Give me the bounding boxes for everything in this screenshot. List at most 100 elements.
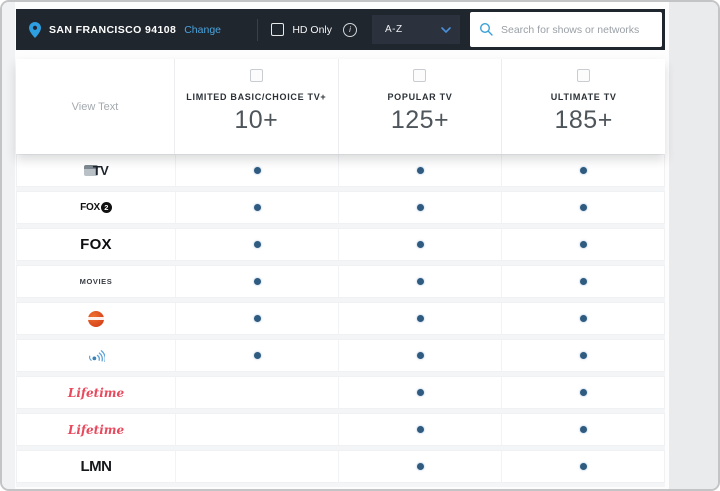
signal-network-logo: [87, 347, 105, 365]
location-pin-icon: [29, 21, 41, 38]
channel-logo-text: Lifetime: [67, 385, 125, 400]
package-cell: [338, 414, 501, 445]
package-cell: [175, 377, 338, 408]
package-column-popular-tv: POPULAR TV 125+: [337, 59, 502, 154]
table-row: FOX: [16, 228, 665, 261]
package-cell: [338, 192, 501, 223]
change-location-link[interactable]: Change: [184, 24, 221, 36]
info-icon[interactable]: i: [343, 22, 357, 37]
included-dot: [416, 315, 424, 322]
channel-rows: TV FOX 2 FOX MOVIES Lifetime Lifetime LM…: [16, 154, 665, 487]
table-row: TV: [16, 154, 665, 187]
channel-logo-cell: FOX 2: [17, 192, 175, 223]
included-dot: [416, 278, 424, 285]
chevron-down-icon: [441, 26, 451, 33]
included-dot: [579, 426, 587, 433]
page-background-gutter: [669, 2, 718, 489]
package-column-ultimate-tv: ULTIMATE TV 185+: [501, 59, 665, 154]
search-box: [470, 12, 662, 47]
included-dot: [579, 389, 587, 396]
sort-dropdown[interactable]: A-Z: [372, 15, 460, 44]
package-channel-count: 185+: [554, 106, 613, 134]
package-cell: [175, 451, 338, 482]
package-cell: [338, 229, 501, 260]
package-cell: [501, 192, 664, 223]
included-dot: [579, 204, 587, 211]
package-cell: [175, 266, 338, 297]
channel-logo-badge: 2: [100, 202, 112, 213]
package-cell: [501, 155, 664, 186]
sort-selected-value: A-Z: [385, 24, 403, 35]
table-row: MOVIES: [16, 265, 665, 298]
page-background-strip: [2, 2, 15, 489]
channel-logo-cell: TV: [17, 155, 175, 186]
hd-only-checkbox[interactable]: [271, 23, 285, 36]
included-dot: [253, 315, 261, 322]
included-dot: [579, 241, 587, 248]
included-dot: [579, 352, 587, 359]
package-cell: [338, 266, 501, 297]
package-cell: [501, 414, 664, 445]
tv-logo: TV: [83, 163, 109, 178]
channel-lineup-page: SAN FRANCISCO 94108 Change HD Only i A-Z…: [0, 0, 720, 491]
fox-2-logo: FOX 2: [80, 202, 112, 213]
channel-logo-text: FOX: [80, 202, 100, 213]
included-dot: [579, 167, 587, 174]
included-dot: [253, 278, 261, 285]
included-dot: [416, 389, 424, 396]
included-dot: [416, 463, 424, 470]
view-text-column: View Text: [16, 59, 174, 154]
package-name: POPULAR TV: [387, 92, 453, 102]
table-row: [16, 339, 665, 372]
fox-logo: FOX: [80, 236, 112, 253]
signal-icon: [89, 349, 105, 362]
package-channel-count: 10+: [234, 106, 279, 134]
channel-logo-cell: [17, 340, 175, 371]
package-cell: [501, 266, 664, 297]
package-cell: [175, 229, 338, 260]
package-name: ULTIMATE TV: [550, 92, 617, 102]
channel-logo-cell: LMN: [17, 451, 175, 482]
package-cell: [501, 229, 664, 260]
table-row: LMN: [16, 450, 665, 483]
package-cell: [501, 303, 664, 334]
location-label: SAN FRANCISCO 94108: [49, 23, 177, 36]
package-cell: [175, 303, 338, 334]
channel-logo-text: MOVIES: [79, 277, 113, 286]
package-cell: [175, 340, 338, 371]
hd-only-label: HD Only: [292, 23, 332, 36]
search-input[interactable]: [470, 12, 662, 47]
package-checkbox[interactable]: [413, 69, 427, 82]
package-cell: [338, 303, 501, 334]
included-dot: [579, 278, 587, 285]
package-column-limited-basic: LIMITED BASIC/CHOICE TV+ 10+: [174, 59, 338, 154]
package-cell: [338, 451, 501, 482]
package-cell: [175, 414, 338, 445]
channel-logo-cell: Lifetime: [17, 414, 175, 445]
package-header: View Text LIMITED BASIC/CHOICE TV+ 10+ P…: [16, 59, 665, 154]
filter-toolbar: SAN FRANCISCO 94108 Change HD Only i A-Z: [16, 9, 665, 50]
included-dot: [579, 463, 587, 470]
package-checkbox[interactable]: [577, 69, 591, 82]
lmn-logo: LMN: [81, 458, 113, 475]
table-row: FOX 2: [16, 191, 665, 224]
package-channel-count: 125+: [390, 106, 450, 134]
channel-logo-text: FOX: [80, 236, 112, 253]
channel-logo-cell: [17, 303, 175, 334]
channel-logo-cell: FOX: [17, 229, 175, 260]
table-row: Lifetime: [16, 376, 665, 409]
package-cell: [501, 377, 664, 408]
orange-circle-network-logo: [88, 310, 104, 327]
included-dot: [253, 204, 261, 211]
package-cell: [501, 340, 664, 371]
package-name: LIMITED BASIC/CHOICE TV+: [186, 92, 327, 102]
package-cell: [338, 377, 501, 408]
movies-logo: MOVIES: [80, 277, 113, 286]
included-dot: [416, 167, 424, 174]
channel-logo-cell: MOVIES: [17, 266, 175, 297]
orange-circle-icon: [88, 310, 104, 327]
channel-logo-text: Lifetime: [67, 422, 125, 437]
included-dot: [253, 241, 261, 248]
package-checkbox[interactable]: [249, 69, 263, 82]
view-text-link[interactable]: View Text: [72, 101, 119, 113]
